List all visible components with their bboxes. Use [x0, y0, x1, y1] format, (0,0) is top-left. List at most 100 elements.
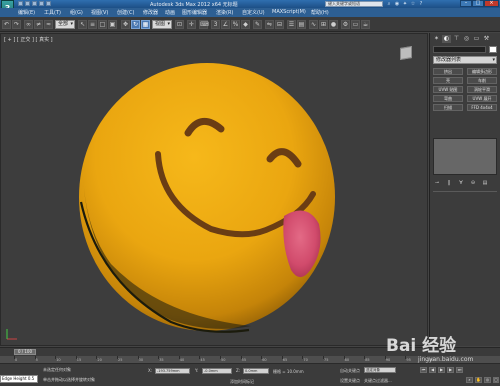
configure-modifier-sets-icon[interactable]: ▤ — [481, 179, 489, 187]
menu-maxscript[interactable]: MAXScript(M) — [272, 9, 306, 15]
schematic-view-icon[interactable]: ⊞ — [319, 20, 328, 29]
undo-button[interactable]: ↶ — [2, 20, 11, 29]
maximize-button[interactable]: □ — [472, 0, 484, 7]
modifier-button[interactable]: 弯曲 — [433, 95, 463, 102]
key-filters-button[interactable]: 关键点过滤器... — [364, 378, 392, 384]
modifier-button[interactable]: UVW 贴图 — [433, 86, 463, 93]
menu-tools[interactable]: 工具(T) — [44, 9, 61, 16]
redo-icon[interactable] — [46, 1, 51, 6]
graphite-ribbon-icon[interactable]: ▤ — [297, 20, 306, 29]
layer-manager-icon[interactable]: ☰ — [287, 20, 296, 29]
window-crossing-icon[interactable]: ▣ — [108, 20, 117, 29]
modifier-button[interactable]: 挤出 — [433, 68, 463, 75]
menu-edit[interactable]: 编辑(E) — [18, 9, 35, 16]
menu-views[interactable]: 视图(V) — [91, 9, 108, 16]
remove-modifier-icon[interactable]: ⊖ — [469, 179, 477, 187]
y-coord-field[interactable]: -0.0mm — [202, 368, 232, 374]
modifier-button[interactable]: 壳 — [433, 77, 463, 84]
rect-region-icon[interactable]: □ — [98, 20, 107, 29]
select-object-icon[interactable]: ↖ — [78, 20, 87, 29]
orbit-icon[interactable]: ◎ — [484, 377, 491, 383]
modifier-button[interactable]: FFD 4x4x4 — [467, 104, 497, 111]
modifier-button[interactable]: 编辑多边形 — [467, 68, 497, 75]
maxscript-listener-field[interactable]: Edge Height 0.5 — [0, 375, 38, 383]
maximize-viewport-icon[interactable]: ▢ — [493, 377, 499, 383]
subscription-icon[interactable]: ◉ — [394, 1, 400, 7]
object-name-field[interactable] — [433, 46, 486, 53]
pan-icon[interactable]: ✋ — [475, 377, 482, 383]
menu-help[interactable]: 帮助(H) — [311, 9, 329, 16]
render-production-icon[interactable]: ☕ — [361, 20, 370, 29]
unlink-icon[interactable]: ≠ — [34, 20, 43, 29]
create-tab-icon[interactable]: ✶ — [432, 35, 441, 43]
help-icon[interactable]: ? — [418, 1, 424, 7]
add-time-tag[interactable]: 添加时间标记 — [230, 379, 254, 385]
close-button[interactable]: × — [484, 0, 499, 7]
modifier-button[interactable]: 涡轮平滑 — [467, 86, 497, 93]
open-icon[interactable] — [25, 1, 30, 6]
spinner-snap-icon[interactable]: ◆ — [241, 20, 250, 29]
select-by-name-icon[interactable]: ≡ — [88, 20, 97, 29]
redo-button[interactable]: ↷ — [12, 20, 21, 29]
search-icon[interactable]: ⌕ — [386, 1, 392, 7]
zoom-icon[interactable]: ⌕ — [466, 377, 473, 383]
snaps-toggle-icon[interactable]: 3 — [211, 20, 220, 29]
object-color-swatch[interactable] — [489, 46, 497, 53]
minimize-button[interactable]: – — [460, 0, 472, 7]
show-end-result-icon[interactable]: ‖ — [445, 179, 453, 187]
auto-key-button[interactable]: 自动关键点 — [340, 368, 360, 374]
time-slider-handle[interactable]: 0 / 100 — [14, 349, 36, 355]
timeline-tick-label: 30 — [138, 358, 144, 362]
search-input[interactable]: 键入关键字或短语 — [325, 1, 383, 7]
modifier-button[interactable]: UVW 展开 — [467, 95, 497, 102]
align-icon[interactable]: ⊟ — [275, 20, 284, 29]
named-selection-icon[interactable]: ✎ — [253, 20, 262, 29]
menu-modifiers[interactable]: 修改器 — [143, 9, 158, 16]
smiley-sphere-model[interactable] — [1, 34, 429, 347]
modifier-list-select[interactable]: 修改器列表 — [433, 56, 497, 64]
pivot-center-icon[interactable]: ⊡ — [175, 20, 184, 29]
material-editor-icon[interactable]: ● — [329, 20, 338, 29]
z-coord-field[interactable]: 0.0mm — [243, 368, 269, 374]
save-icon[interactable] — [32, 1, 37, 6]
scale-icon[interactable]: ▦ — [141, 20, 150, 29]
menu-create[interactable]: 创建(C) — [117, 9, 134, 16]
select-manipulate-icon[interactable]: ✛ — [187, 20, 196, 29]
menu-graph-editors[interactable]: 图形编辑器 — [182, 9, 207, 16]
timeline-tick-label: 55 — [241, 358, 247, 362]
keyboard-shortcut-icon[interactable]: ⌨ — [199, 20, 209, 29]
selection-filter-select[interactable]: 全部 — [55, 20, 75, 29]
pin-stack-icon[interactable]: ⊸ — [433, 179, 441, 187]
x-coord-field[interactable]: -193.759mm — [155, 368, 190, 374]
favorites-icon[interactable]: ☆ — [410, 1, 416, 7]
menu-customize[interactable]: 自定义(U) — [242, 9, 265, 16]
move-icon[interactable]: ✥ — [121, 20, 130, 29]
rendered-frame-icon[interactable]: ▭ — [351, 20, 360, 29]
modifier-button[interactable]: 车削 — [467, 77, 497, 84]
menu-group[interactable]: 组(G) — [70, 9, 83, 16]
utilities-tab-icon[interactable]: ⚒ — [482, 35, 491, 43]
modifier-stack-list[interactable] — [433, 138, 497, 175]
modifier-button[interactable]: 扫描 — [433, 104, 463, 111]
link-icon[interactable]: ∞ — [24, 20, 33, 29]
render-setup-icon[interactable]: ⚙ — [341, 20, 350, 29]
communication-icon[interactable]: ✦ — [402, 1, 408, 7]
rotate-icon[interactable]: ↻ — [131, 20, 140, 29]
curve-editor-icon[interactable]: ∿ — [309, 20, 318, 29]
bind-space-warp-icon[interactable]: ≈ — [44, 20, 53, 29]
menu-animation[interactable]: 动画 — [165, 9, 175, 16]
set-key-button[interactable]: 设置关键点 — [340, 378, 360, 384]
hierarchy-tab-icon[interactable]: ⊤ — [452, 35, 461, 43]
undo-icon[interactable] — [39, 1, 44, 6]
display-tab-icon[interactable]: ▭ — [472, 35, 481, 43]
reference-coord-select[interactable]: 视图 — [152, 20, 172, 29]
percent-snap-icon[interactable]: % — [231, 20, 240, 29]
modify-tab-icon[interactable]: ◐ — [442, 35, 451, 43]
motion-tab-icon[interactable]: ◎ — [462, 35, 471, 43]
mirror-icon[interactable]: ⇋ — [265, 20, 274, 29]
menu-rendering[interactable]: 渲染(R) — [216, 9, 233, 16]
new-icon[interactable] — [18, 1, 23, 6]
make-unique-icon[interactable]: ∀ — [457, 179, 465, 187]
angle-snap-icon[interactable]: ∠ — [221, 20, 230, 29]
perspective-viewport[interactable]: [ + ] [ 正交 ] [ 真实 ] — [0, 33, 428, 346]
